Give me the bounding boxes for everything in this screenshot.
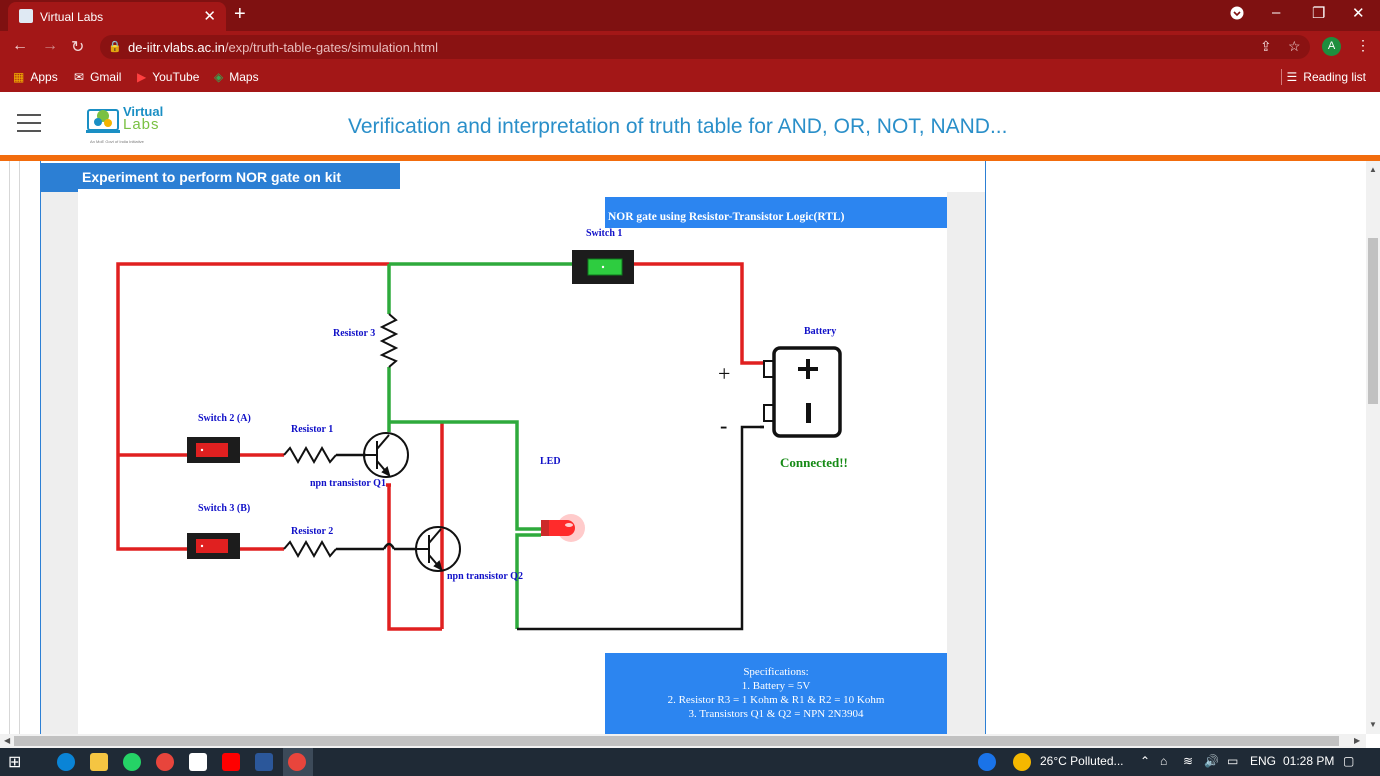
clock[interactable]: 01:28 PM [1283,754,1334,768]
horizontal-scroll-thumb[interactable] [14,736,1339,746]
share-icon[interactable]: ⇪ [1260,38,1272,55]
language-indicator[interactable]: ENG [1250,754,1276,768]
scroll-right-arrow-icon[interactable]: ▶ [1354,736,1360,745]
whatsapp-icon[interactable] [123,753,141,771]
battery-status-icon[interactable]: ▭ [1227,754,1238,768]
bookmarks-bar: ▦ Apps ✉ Gmail ▶ YouTube ◈ Maps ☰ Reading lis… [0,63,1380,92]
circuit-title: NOR gate using Resistor-Transistor Logic… [608,211,845,223]
switch-1[interactable] [572,250,634,284]
plus-terminal-label: + [718,361,730,386]
volume-icon[interactable]: 🔊 [1204,754,1219,768]
scroll-left-arrow-icon[interactable]: ◀ [4,736,10,745]
address-bar-row: ← → ↻ 🔒 de-iitr.vlabs.ac.in/exp/truth-ta… [0,31,1380,63]
spec-line: 2. Resistor R3 = 1 Kohm & R1 & R2 = 10 K… [668,694,885,706]
q2-label: npn transistor Q2 [447,571,523,582]
lock-icon: 🔒 [108,41,122,53]
logo-text-bottom: Labs [123,116,160,133]
hamburger-menu-icon[interactable] [17,114,41,138]
content-guide-line [19,161,20,734]
weather-text[interactable]: 26°C Polluted... [1040,754,1124,768]
battery-label: Battery [804,326,836,337]
profile-avatar[interactable]: A [1322,37,1341,56]
resistor-2 [283,539,337,559]
scroll-down-arrow-icon[interactable]: ▼ [1369,720,1377,729]
file-explorer-icon[interactable] [90,753,108,771]
resistor-1 [283,445,337,465]
weather-icon [1013,753,1031,771]
close-window-button[interactable]: ✕ [1352,4,1365,22]
resistor-3 [379,313,399,368]
bookmark-apps[interactable]: ▦ Apps [13,70,58,84]
switch-3-label: Switch 3 (B) [198,503,250,514]
battery-icon [763,346,842,438]
connection-status: Connected!! [780,455,848,470]
switch-3-b[interactable] [187,533,240,559]
q1-label: npn transistor Q1 [310,478,386,489]
switch-2-a[interactable] [187,437,240,463]
reading-list-button[interactable]: ☰ Reading list [1287,70,1366,84]
switch-1-label: Switch 1 [586,228,622,239]
wifi-icon[interactable]: ≋ [1183,754,1193,768]
back-arrow-icon[interactable]: ← [12,37,28,55]
virtual-labs-logo[interactable]: Virtual Labs An MoE Govt of India Initia… [86,100,166,146]
chrome-active-icon [288,753,306,771]
youtube-icon: ▶ [137,70,147,84]
reading-list-icon: ☰ [1286,70,1298,84]
browser-tab[interactable]: Virtual Labs ✕ [8,2,226,31]
switch-2-label: Switch 2 (A) [198,413,251,424]
experiment-title: Experiment to perform NOR gate on kit [41,163,400,192]
transistor-q2 [415,526,461,572]
logo-subtitle: An MoE Govt of India Initiative [90,139,144,144]
minimize-button[interactable]: – [1272,4,1280,21]
bookmark-separator [1281,69,1282,85]
windows-start-icon[interactable]: ⊞ [8,752,21,772]
bookmark-youtube[interactable]: ▶ YouTube [137,70,199,84]
transistor-q1 [363,432,409,478]
tray-chevron-icon[interactable]: ⌃ [1140,754,1150,768]
bookmark-gmail[interactable]: ✉ Gmail [74,70,121,84]
site-header: Virtual Labs An MoE Govt of India Initia… [0,92,1380,155]
tab-title: Virtual Labs [40,10,104,24]
gmail-icon: ✉ [74,70,85,84]
tab-search-icon[interactable] [1230,6,1244,24]
youtube-app-icon[interactable] [222,753,240,771]
page-title: Verification and interpretation of truth… [348,115,1008,138]
led-label: LED [540,456,561,467]
help-icon[interactable] [978,753,996,771]
url-path: /exp/truth-table-gates/simulation.html [224,40,438,55]
resistor-1-label: Resistor 1 [291,424,333,435]
led-icon [541,514,585,542]
forward-arrow-icon[interactable]: → [42,37,58,55]
spec-line: 1. Battery = 5V [742,680,811,692]
url-input[interactable]: 🔒 de-iitr.vlabs.ac.in/exp/truth-table-ga… [100,35,1310,59]
specs-heading: Specifications: [743,666,808,678]
reload-icon[interactable]: ↻ [71,37,84,57]
word-icon[interactable] [255,753,273,771]
spec-line: 3. Transistors Q1 & Q2 = NPN 2N3904 [689,708,864,720]
bookmark-maps[interactable]: ◈ Maps [214,70,259,84]
menu-kebab-icon[interactable]: ⋮ [1356,37,1370,54]
tab-strip: Virtual Labs ✕ + – ❐ ✕ [0,0,1380,31]
scroll-up-arrow-icon[interactable]: ▲ [1369,165,1377,174]
vertical-scroll-thumb[interactable] [1368,238,1378,404]
url-host: de-iitr.vlabs.ac.in [128,40,225,55]
notifications-icon[interactable]: ▢ [1343,754,1354,768]
chrome-icon[interactable] [156,753,174,771]
windows-taskbar: ⊞ 26°C Polluted... ⌃ ⌂ ≋ 🔊 ▭ ENG 01:28 P… [0,748,1380,776]
tray-network-icon[interactable]: ⌂ [1160,754,1167,768]
apps-grid-icon: ▦ [13,70,25,84]
tab-close-icon[interactable]: ✕ [203,7,216,25]
content-guide-line [9,161,10,734]
gmail-app-icon[interactable] [189,753,207,771]
bookmark-star-icon[interactable]: ☆ [1288,38,1301,55]
new-tab-button[interactable]: + [234,3,246,26]
restore-button[interactable]: ❐ [1312,4,1325,22]
maps-icon: ◈ [214,70,224,84]
edge-icon[interactable] [57,753,75,771]
resistor-2-label: Resistor 2 [291,526,333,537]
vlabs-favicon-icon [19,9,33,23]
minus-terminal-label: - [720,413,727,438]
simulation-canvas: NOR gate using Resistor-Transistor Logic… [78,189,947,734]
resistor-3-label: Resistor 3 [333,328,375,339]
